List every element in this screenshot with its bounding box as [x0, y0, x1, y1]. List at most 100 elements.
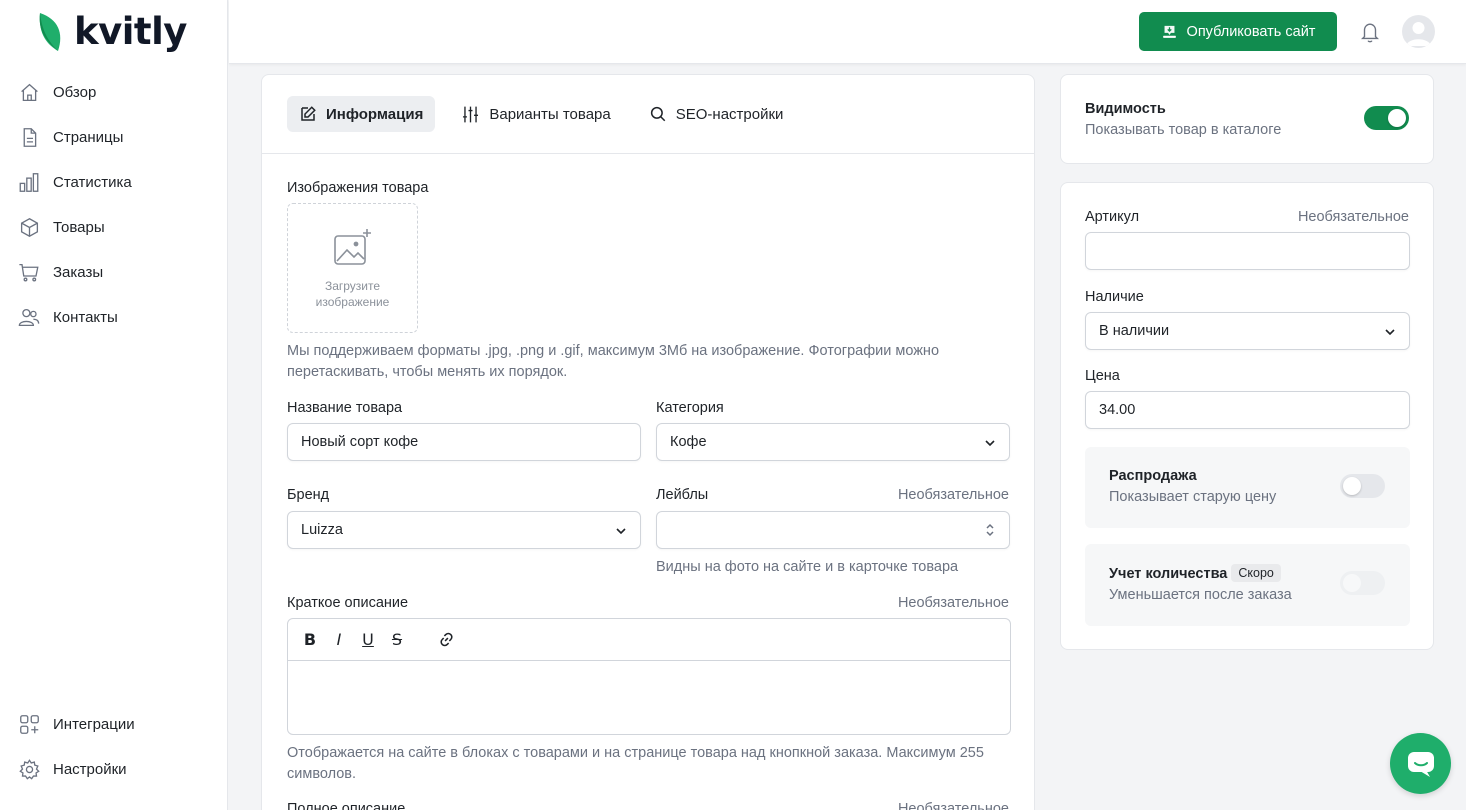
tab-variants[interactable]: Варианты товара [449, 96, 622, 132]
link-icon[interactable] [438, 631, 455, 648]
price-input[interactable]: 34.00 [1085, 391, 1410, 429]
product-name-input[interactable]: Новый сорт кофе [287, 423, 641, 461]
brand-label: Бренд [287, 487, 330, 503]
sidebar-item-label: Контакты [53, 309, 118, 326]
sidebar-item-contacts[interactable]: Контакты [0, 295, 227, 340]
quantity-title: Учет количества [1109, 566, 1228, 582]
visibility-card: Видимость Показывать товар в каталоге [1060, 74, 1434, 164]
sidebar-item-label: Товары [53, 219, 105, 236]
price-value: 34.00 [1099, 402, 1136, 418]
sidebar-item-label: Обзор [53, 84, 97, 101]
product-properties-card: Артикул Необязательное Наличие В наличии… [1060, 182, 1434, 650]
sidebar-item-orders[interactable]: Заказы [0, 250, 227, 295]
tab-seo[interactable]: SEO-настройки [637, 96, 796, 132]
toggle-knob [1343, 574, 1361, 592]
logo[interactable]: kvitly [36, 10, 187, 53]
grid-plus-icon [18, 714, 40, 736]
user-avatar-icon [1406, 22, 1431, 46]
sidebar-item-integrations[interactable]: Интеграции [0, 702, 227, 747]
soon-badge: Скоро [1231, 564, 1281, 582]
sidebar-item-label: Страницы [53, 129, 124, 146]
sku-label: Артикул [1085, 209, 1140, 225]
product-form-card: Информация Варианты товара SEO-настройки… [261, 74, 1035, 810]
stock-label: Наличие [1085, 289, 1144, 305]
sidebar-item-stats[interactable]: Статистика [0, 160, 227, 205]
toggle-knob [1388, 109, 1406, 127]
cart-icon [18, 262, 40, 284]
editor-content-area[interactable] [288, 661, 1010, 735]
chevron-up-down-icon [986, 523, 994, 537]
file-icon [18, 127, 40, 149]
bold-button[interactable]: B [302, 630, 318, 649]
tab-info[interactable]: Информация [287, 96, 436, 132]
tab-label: SEO-настройки [675, 105, 784, 123]
quantity-toggle[interactable] [1340, 571, 1385, 595]
brand-select[interactable]: Luizza [287, 511, 641, 549]
quantity-title-row: Учет количества Скоро [1109, 564, 1281, 582]
full-description-optional: Необязательное [897, 801, 1009, 810]
stock-select[interactable]: В наличии [1085, 312, 1410, 350]
full-description-label: Полное описание [287, 801, 406, 810]
sidebar-item-settings[interactable]: Настройки [0, 747, 227, 792]
publish-icon [1162, 25, 1176, 38]
sidebar-item-label: Интеграции [53, 716, 135, 733]
labels-label: Лейблы [656, 487, 709, 503]
labels-select[interactable] [656, 511, 1010, 549]
gear-icon [18, 759, 40, 781]
sidebar-item-label: Заказы [53, 264, 104, 281]
quantity-subtitle: Уменьшается после заказа [1109, 587, 1292, 603]
chevron-down-icon [1385, 329, 1395, 336]
sku-input[interactable] [1085, 232, 1410, 270]
category-select[interactable]: Кофе [656, 423, 1010, 461]
visibility-title: Видимость [1085, 101, 1166, 117]
short-description-editor: B I U S [287, 618, 1011, 735]
tab-bar: Информация Варианты товара SEO-настройки [262, 75, 1034, 154]
stock-value: В наличии [1099, 323, 1170, 339]
chevron-down-icon [616, 528, 626, 535]
short-description-label: Краткое описание [287, 595, 409, 611]
tab-label: Варианты товара [489, 105, 611, 123]
sale-toggle[interactable] [1340, 474, 1385, 498]
brand-value: Luizza [301, 522, 343, 538]
users-icon [18, 307, 40, 329]
leaf-logo-icon [39, 12, 61, 51]
publish-site-button[interactable]: Опубликовать сайт [1139, 12, 1337, 51]
sidebar-item-overview[interactable]: Обзор [0, 70, 227, 115]
strikethrough-button[interactable]: S [389, 630, 405, 649]
box-icon [18, 217, 40, 239]
sale-title: Распродажа [1109, 468, 1197, 484]
image-upload-dropzone[interactable]: Загрузите изображение [287, 203, 418, 333]
sidebar: kvitly Обзор Страницы Статистика Товары [0, 0, 228, 810]
avatar[interactable] [1402, 15, 1435, 48]
tab-label: Информация [326, 105, 424, 123]
category-value: Кофе [670, 434, 707, 450]
quantity-panel: Учет количества Скоро Уменьшается после з… [1085, 544, 1410, 626]
chevron-down-icon [985, 440, 995, 447]
edit-icon [301, 106, 316, 121]
short-description-optional: Необязательное [897, 595, 1009, 611]
logo-text: kvitly [74, 10, 187, 53]
visibility-subtitle: Показывать товар в каталоге [1085, 122, 1282, 138]
bell-icon[interactable] [1359, 20, 1381, 44]
short-description-hint: Отображается на сайте в блоках с товарам… [287, 745, 984, 782]
sale-subtitle: Показывает старую цену [1109, 489, 1277, 505]
sidebar-nav: Обзор Страницы Статистика Товары Заказы [0, 70, 227, 340]
home-icon [18, 82, 40, 104]
italic-button[interactable]: I [331, 630, 347, 649]
price-label: Цена [1085, 368, 1120, 384]
chat-icon [1407, 751, 1434, 777]
sidebar-item-pages[interactable]: Страницы [0, 115, 227, 160]
sidebar-item-products[interactable]: Товары [0, 205, 227, 250]
toggle-knob [1343, 477, 1361, 495]
labels-optional: Необязательное [897, 487, 1009, 503]
chat-support-button[interactable] [1390, 733, 1451, 794]
upload-text-line-1: Загрузите [324, 279, 381, 293]
sale-panel: Распродажа Показывает старую цену [1085, 447, 1410, 528]
underline-button[interactable]: U [360, 630, 376, 649]
visibility-toggle[interactable] [1364, 106, 1409, 130]
editor-toolbar: B I U S [288, 619, 1010, 661]
sku-optional: Необязательное [1297, 209, 1409, 225]
name-label: Название товара [287, 400, 403, 416]
labels-hint: Видны на фото на сайте и в карточке това… [656, 559, 959, 575]
images-hint: Мы поддерживаем форматы .jpg, .png и .gi… [287, 343, 940, 380]
